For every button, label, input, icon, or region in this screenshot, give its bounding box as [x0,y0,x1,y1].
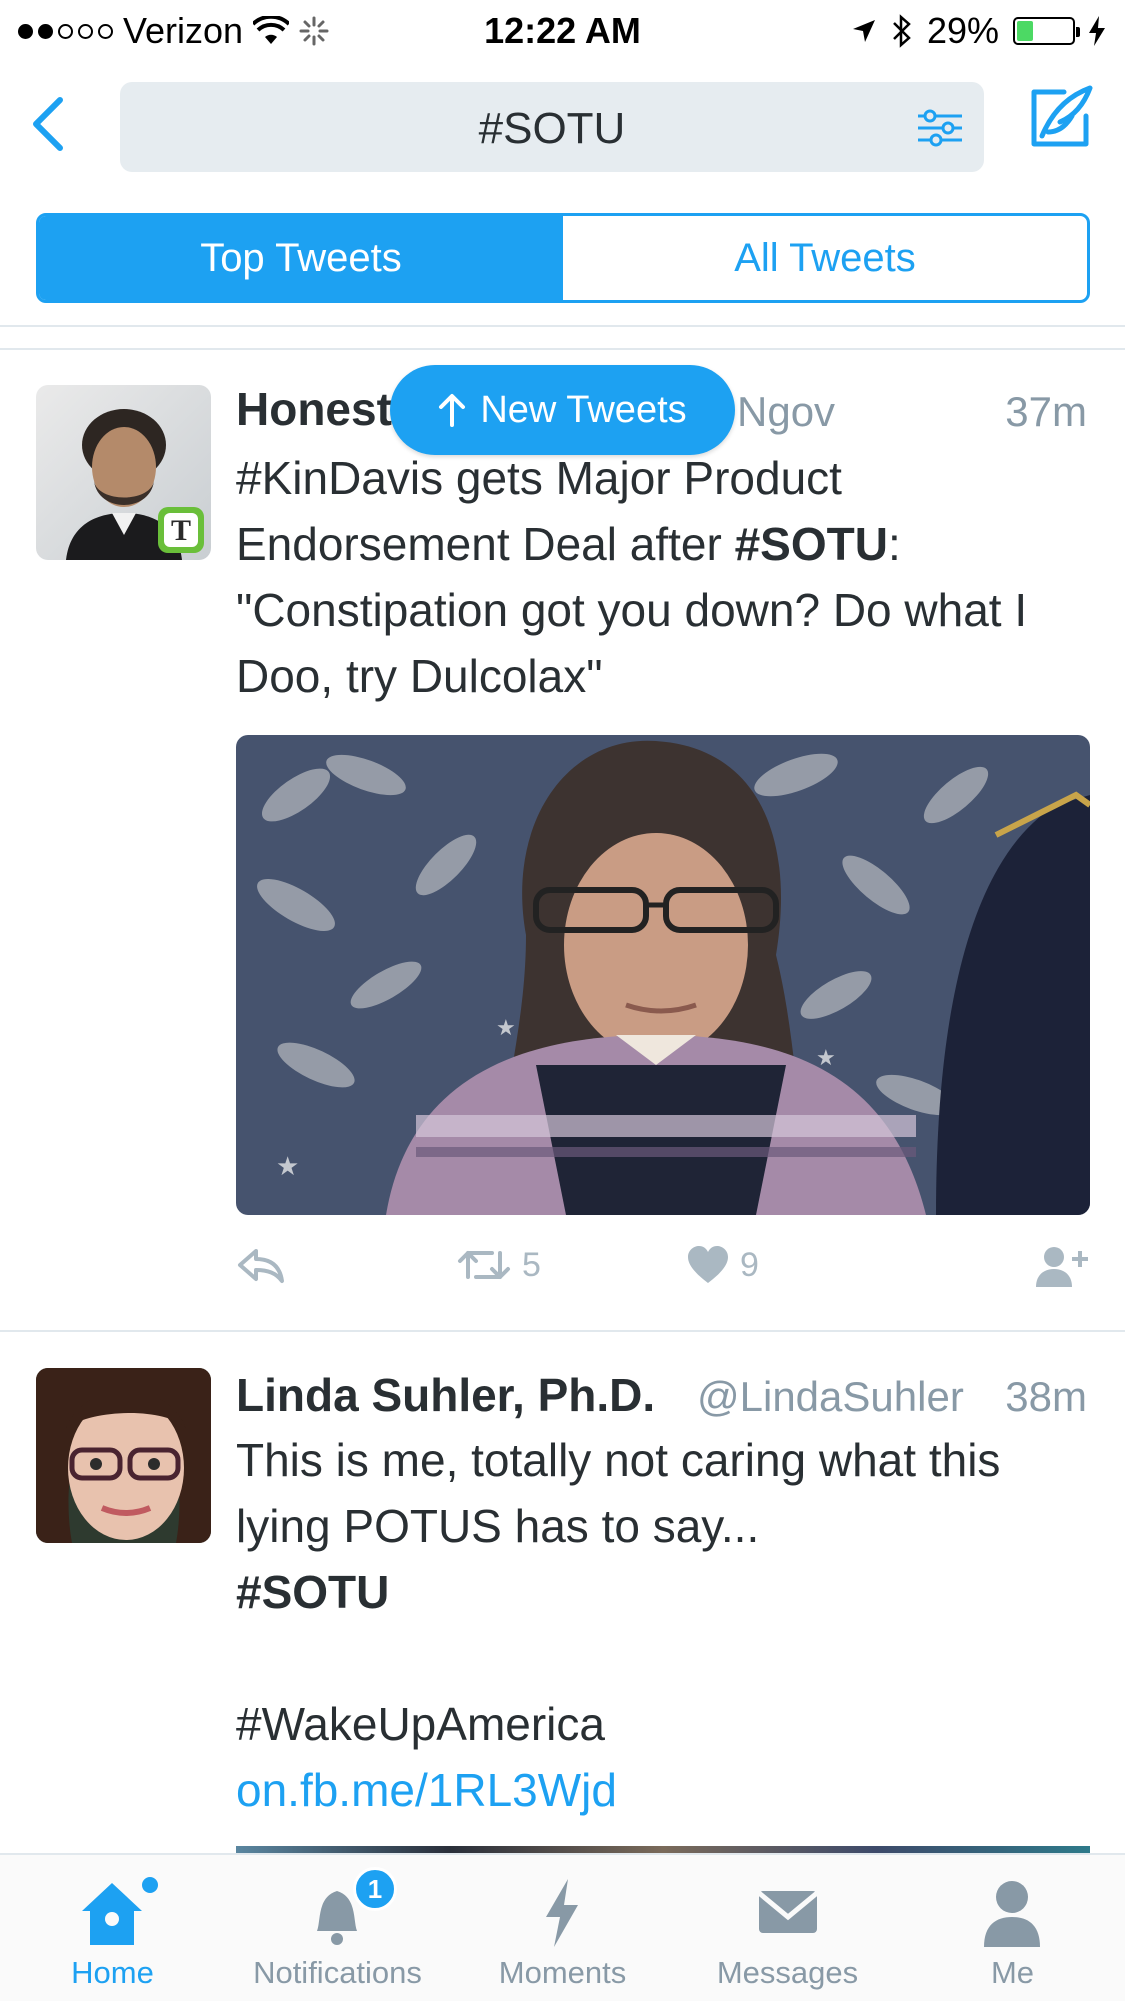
home-icon [82,1877,158,1945]
compose-quill-icon [1031,85,1093,147]
heart-icon [688,1246,728,1283]
tab-label: Notifications [253,1955,422,1990]
tab-label: Moments [498,1955,627,1990]
person-icon [984,1881,1040,1947]
tweet-url-link[interactable]: on.fb.me/1RL3Wjd [236,1764,617,1816]
tweet-author-name[interactable]: Honest [236,382,392,436]
author-name: Linda Suhler, Ph.D. [236,1369,656,1421]
avatar-linda-image [36,1368,211,1543]
tweet-author-handle[interactable]: Ngov [737,388,835,436]
tab-label: Me [990,1955,1035,1990]
tweet-text-line: This is me, totally not caring what this… [236,1434,1001,1552]
tweet-media-photo[interactable]: ★ ★ ★ ★ [236,735,1090,1215]
tweet-timestamp: 38m [1005,1373,1087,1420]
avatar[interactable]: T [36,385,211,560]
tab-all-tweets[interactable]: All Tweets [563,216,1087,300]
notifications-badge: 1 [353,1867,397,1911]
tweet-author-handle[interactable]: @LindaSuhler [697,1373,964,1421]
sliders-icon [918,109,962,147]
avatar[interactable] [36,1368,211,1543]
divider [0,325,1125,327]
tab-moments[interactable]: Moments [450,1855,675,2001]
hashtag-link[interactable]: #WakeUpAmerica [236,1698,605,1750]
tweets-filter-segmented-control: Top Tweets All Tweets [36,213,1090,303]
new-tweets-label: New Tweets [480,388,687,431]
tab-label: Messages [716,1955,859,1990]
retweet-count: 5 [522,1245,541,1284]
bottom-tab-bar: Home 1 Notifications Moments Messages Me [0,1853,1125,2001]
envelope-icon [757,1891,819,1933]
battery-percent: 29% [926,10,999,51]
author-name: Honest [236,383,392,435]
avatar-lincoln-image: T [36,385,211,560]
nav-bar: #SOTU [0,62,1125,182]
bluetooth-icon [893,14,911,48]
tab-home[interactable]: Home [0,1855,225,2001]
status-right: 29% [851,10,1105,52]
like-count: 9 [740,1245,759,1284]
tweet-photo-image: ★ ★ ★ ★ [236,735,1090,1215]
tab-top-tweets[interactable]: Top Tweets [39,216,563,300]
search-query: #SOTU [478,104,626,153]
svg-text:★: ★ [816,1046,836,1071]
chevron-left-icon [33,97,63,151]
hashtag-link[interactable]: #SOTU [236,1566,389,1618]
retweet-button[interactable]: 5 [456,1245,541,1285]
divider [0,1330,1125,1332]
tab-messages[interactable]: Messages [675,1855,900,2001]
svg-text:★: ★ [276,1152,299,1182]
svg-text:T: T [171,514,191,547]
location-arrow-icon [852,20,875,42]
retweet-icon [458,1251,510,1279]
tweet-actions: 5 9 [236,1245,1090,1305]
reply-button[interactable] [236,1245,286,1285]
tab-me[interactable]: Me [900,1855,1125,2001]
arrow-up-icon [439,394,466,427]
reply-icon [238,1249,284,1283]
tab-notifications[interactable]: 1 Notifications [225,1855,450,2001]
compose-tweet-button[interactable] [1024,82,1096,154]
search-field[interactable]: #SOTU [120,82,984,172]
follow-button[interactable] [1034,1245,1092,1289]
lightning-icon [546,1879,578,1947]
tweet-text: This is me, totally not caring what this… [236,1427,1096,1823]
back-button[interactable] [22,92,78,156]
svg-text:★: ★ [496,1016,516,1041]
new-tweets-button[interactable]: New Tweets [390,365,735,455]
battery-icon [1013,17,1080,45]
hashtag-link[interactable]: #SOTU [735,518,888,570]
tweet-timestamp: 37m [1005,388,1087,435]
tweet-author-name[interactable]: Linda Suhler, Ph.D. [236,1368,655,1422]
status-bar: Verizon 12:22 AM 29% [0,0,1125,62]
charging-bolt-icon [1089,16,1105,46]
add-user-icon [1036,1247,1088,1287]
search-filter-button[interactable] [916,104,964,152]
tweet-text: #KinDavis gets Major Product Endorsement… [236,445,1096,709]
divider [0,348,1125,350]
like-button[interactable]: 9 [686,1245,759,1285]
tab-label: Home [71,1955,154,1990]
